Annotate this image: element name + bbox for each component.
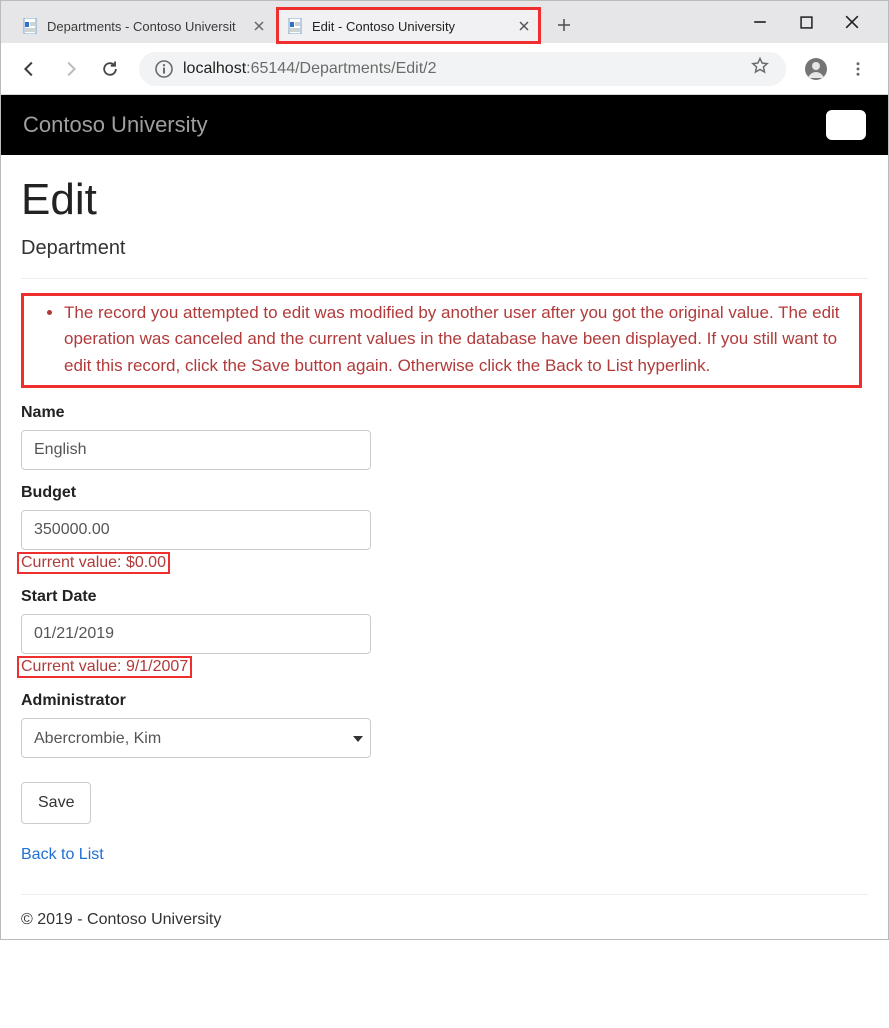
forward-icon[interactable]	[59, 58, 81, 80]
brand-link[interactable]: Contoso University	[23, 112, 208, 138]
startdate-label: Start Date	[21, 588, 868, 606]
tab-title: Edit - Contoso University	[312, 19, 507, 34]
bookmark-star-icon[interactable]	[750, 56, 770, 81]
validation-summary: The record you attempted to edit was mod…	[21, 293, 862, 388]
minimize-icon[interactable]	[752, 14, 768, 30]
budget-label: Budget	[21, 484, 868, 502]
name-label: Name	[21, 404, 868, 422]
reload-icon[interactable]	[99, 58, 121, 80]
address-bar[interactable]: localhost:65144/Departments/Edit/2	[139, 52, 786, 86]
close-icon[interactable]	[252, 19, 266, 33]
back-to-list-link[interactable]: Back to List	[21, 846, 868, 864]
url-path: /Departments/Edit/2	[295, 60, 436, 77]
footer-divider	[21, 894, 868, 895]
admin-select[interactable]: Abercrombie, Kim	[21, 718, 371, 758]
url-port: :65144	[246, 60, 295, 77]
favicon-icon	[23, 18, 37, 34]
back-icon[interactable]	[19, 58, 41, 80]
save-button[interactable]: Save	[21, 782, 91, 824]
site-info-icon[interactable]	[155, 60, 173, 78]
window-controls	[752, 14, 888, 30]
kebab-menu-icon[interactable]	[846, 57, 870, 81]
close-icon[interactable]	[517, 19, 531, 33]
startdate-input[interactable]	[21, 614, 371, 654]
page-title: Edit	[21, 175, 868, 225]
browser-window: Departments - Contoso Universit Edit - C…	[0, 0, 889, 940]
footer-text: © 2019 - Contoso University	[21, 911, 868, 939]
budget-input[interactable]	[21, 510, 371, 550]
tab-active[interactable]: Edit - Contoso University	[276, 9, 541, 43]
tab-title: Departments - Contoso Universit	[47, 19, 242, 34]
startdate-validation-msg: Current value: 9/1/2007	[17, 656, 192, 678]
budget-validation-msg: Current value: $0.00	[17, 552, 170, 574]
close-window-icon[interactable]	[844, 14, 860, 30]
admin-label: Administrator	[21, 692, 868, 710]
maximize-icon[interactable]	[798, 14, 814, 30]
divider	[21, 278, 868, 279]
nav-toggle-button[interactable]	[826, 110, 866, 140]
toolbar: localhost:65144/Departments/Edit/2	[1, 43, 888, 95]
url-host: localhost	[183, 60, 246, 77]
tab-inactive[interactable]: Departments - Contoso Universit	[11, 9, 276, 43]
titlebar: Departments - Contoso Universit Edit - C…	[1, 1, 888, 43]
page-content: Edit Department The record you attempted…	[1, 155, 888, 939]
favicon-icon	[288, 18, 302, 34]
new-tab-button[interactable]	[547, 10, 581, 40]
validation-message: The record you attempted to edit was mod…	[64, 300, 853, 379]
url-text: localhost:65144/Departments/Edit/2	[183, 60, 437, 78]
profile-icon[interactable]	[804, 57, 828, 81]
name-input[interactable]	[21, 430, 371, 470]
app-navbar: Contoso University	[1, 95, 888, 155]
page-subtitle: Department	[21, 237, 868, 260]
